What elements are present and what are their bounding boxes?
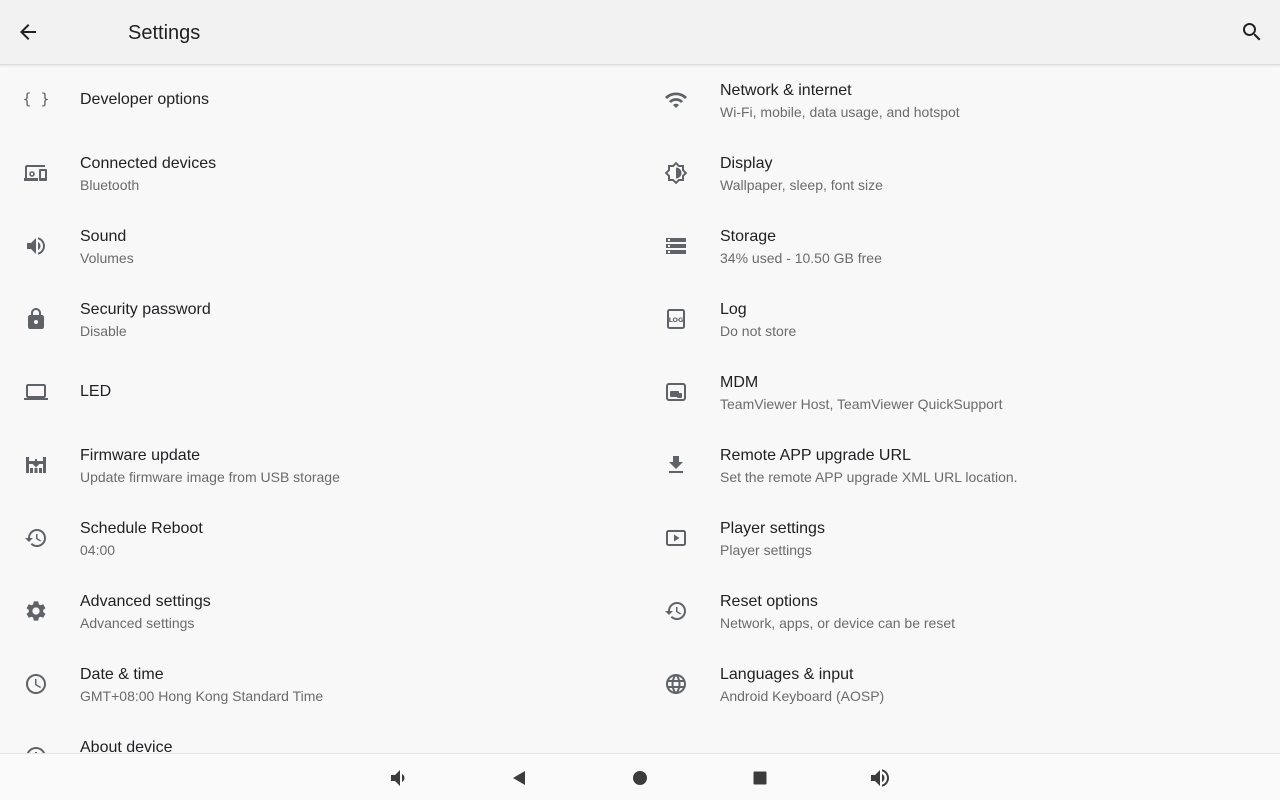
settings-item-label: Network & internet xyxy=(720,82,852,99)
svg-text:{ }: { } xyxy=(24,90,48,108)
settings-item-schedule-reboot[interactable]: Schedule Reboot 04:00 xyxy=(0,503,640,576)
nav-recents-icon xyxy=(753,771,767,785)
settings-item-advanced-settings[interactable]: Advanced settings Advanced settings xyxy=(0,576,640,649)
settings-item-storage[interactable]: Storage 34% used - 10.50 GB free xyxy=(640,211,1280,284)
settings-item-log[interactable]: LOG Log Do not store xyxy=(640,284,1280,357)
settings-item-label: LED xyxy=(80,383,112,400)
settings-item-summary: Set the remote APP upgrade XML URL locat… xyxy=(720,469,1018,485)
settings-item-about-device[interactable]: About deviceTD-1060 Slim xyxy=(0,722,640,753)
lock-icon xyxy=(24,307,48,331)
settings-item-network-internet[interactable]: Network & internet Wi-Fi, mobile, data us… xyxy=(640,65,1280,138)
back-button[interactable] xyxy=(10,14,46,50)
nav-recents-button[interactable] xyxy=(747,765,773,791)
nav-home-button[interactable] xyxy=(627,765,653,791)
settings-item-label: Date & time xyxy=(80,666,164,683)
settings-item-label: Storage xyxy=(720,228,777,245)
settings-item-label: Reset options xyxy=(720,593,818,610)
settings-item-summary: 34% used - 10.50 GB free xyxy=(720,250,882,266)
nav-back-icon xyxy=(513,771,525,785)
settings-item-remote-app-upgrade-url[interactable]: Remote APP upgrade URL Set the remote APP… xyxy=(640,430,1280,503)
devices-icon xyxy=(24,161,48,185)
volume-down-button[interactable] xyxy=(387,765,413,791)
download-icon xyxy=(664,453,688,477)
settings-item-label: Advanced settings xyxy=(80,593,211,610)
settings-item-mdm[interactable]: MDM TeamViewer Host, TeamViewer QuickSupp… xyxy=(640,357,1280,430)
settings-item-display[interactable]: Display Wallpaper, sleep, font size xyxy=(640,138,1280,211)
history-icon xyxy=(664,599,688,623)
storage-icon xyxy=(664,234,688,258)
settings-item-summary: Bluetooth xyxy=(80,177,140,193)
settings-item-label: Player settings xyxy=(720,520,825,537)
settings-app: Settings { } Developer options Connected d… xyxy=(0,0,1280,800)
volume-up-icon xyxy=(871,769,889,787)
laptop-icon xyxy=(24,380,48,404)
settings-item-summary: Do not store xyxy=(720,323,797,339)
clock-icon xyxy=(24,672,48,696)
globe-icon xyxy=(664,672,688,696)
settings-item-firmware-update[interactable]: Firmware update Update firmware image fro… xyxy=(0,430,640,503)
settings-item-connected-devices[interactable]: Connected devices Bluetooth xyxy=(0,138,640,211)
search-icon xyxy=(1243,23,1261,41)
volume-up-button[interactable] xyxy=(867,765,893,791)
braces-icon: { } xyxy=(24,88,48,112)
settings-item-label: Display xyxy=(720,155,773,172)
settings-item-date-time[interactable]: Date & time GMT+08:00 Hong Kong Standard … xyxy=(0,649,640,722)
gear-icon xyxy=(24,599,48,623)
mdm-icon xyxy=(664,380,688,404)
settings-item-label: Remote APP upgrade URL xyxy=(720,447,911,464)
volume-down-icon xyxy=(391,770,405,786)
nav-back-button[interactable] xyxy=(506,765,532,791)
play-box-icon xyxy=(664,526,688,550)
settings-item-led[interactable]: LED xyxy=(0,357,640,430)
settings-item-summary: Disable xyxy=(80,323,127,339)
arrow-back-icon xyxy=(20,24,36,40)
settings-item-summary: GMT+08:00 Hong Kong Standard Time xyxy=(80,688,324,704)
settings-item-summary: 04:00 xyxy=(80,542,116,558)
settings-item-sound[interactable]: Sound Volumes xyxy=(0,211,640,284)
settings-item-summary: Volumes xyxy=(80,250,134,266)
settings-item-summary: Wi-Fi, mobile, data usage, and hotspot xyxy=(720,104,960,120)
settings-item-summary: Advanced settings xyxy=(80,615,195,631)
system-navigation-bar xyxy=(0,753,1280,800)
settings-item-player-settings[interactable]: Player settings Player settings xyxy=(640,503,1280,576)
log-icon: LOG xyxy=(664,307,688,331)
settings-item-developer-options[interactable]: { } Developer options xyxy=(0,65,640,138)
top-app-bar: Settings xyxy=(0,0,1280,65)
system-update-icon xyxy=(24,453,48,477)
nav-home-icon xyxy=(633,771,647,785)
settings-item-summary: Network, apps, or device can be reset xyxy=(720,615,956,631)
settings-item-languages-input[interactable]: Languages & input Android Keyboard (AOSP) xyxy=(640,649,1280,722)
settings-list[interactable]: { } Developer options Connected devices Blu… xyxy=(0,65,1280,753)
svg-text:LOG: LOG xyxy=(669,316,684,324)
settings-item-label: Firmware update xyxy=(80,447,201,464)
settings-item-label: Connected devices xyxy=(80,155,217,172)
settings-item-summary: Wallpaper, sleep, font size xyxy=(720,177,883,193)
settings-item-summary: Player settings xyxy=(720,542,812,558)
settings-item-label: Languages & input xyxy=(720,666,854,683)
settings-item-summary: Update firmware image from USB storage xyxy=(80,469,340,485)
restore-clock-icon xyxy=(24,526,48,550)
search-button[interactable] xyxy=(1234,14,1270,50)
page-title: Settings xyxy=(128,22,201,44)
settings-item-summary: TeamViewer Host, TeamViewer QuickSupport xyxy=(720,396,1003,412)
settings-item-reset-options[interactable]: Reset options Network, apps, or device ca… xyxy=(640,576,1280,649)
settings-item-security-password[interactable]: Security password Disable xyxy=(0,284,640,357)
settings-item-label: MDM xyxy=(720,374,759,391)
settings-item-label: Log xyxy=(720,301,747,318)
settings-item-label: Developer options xyxy=(80,91,209,108)
brightness-icon xyxy=(664,161,688,185)
settings-item-label: Schedule Reboot xyxy=(80,520,203,537)
settings-item-label: About device xyxy=(80,739,173,753)
wifi-icon xyxy=(664,88,688,112)
info-icon xyxy=(24,745,48,753)
volume-icon xyxy=(24,234,48,258)
settings-item-label: Security password xyxy=(80,301,211,318)
settings-item-label: Sound xyxy=(80,228,127,245)
settings-item-summary: Android Keyboard (AOSP) xyxy=(720,688,885,704)
